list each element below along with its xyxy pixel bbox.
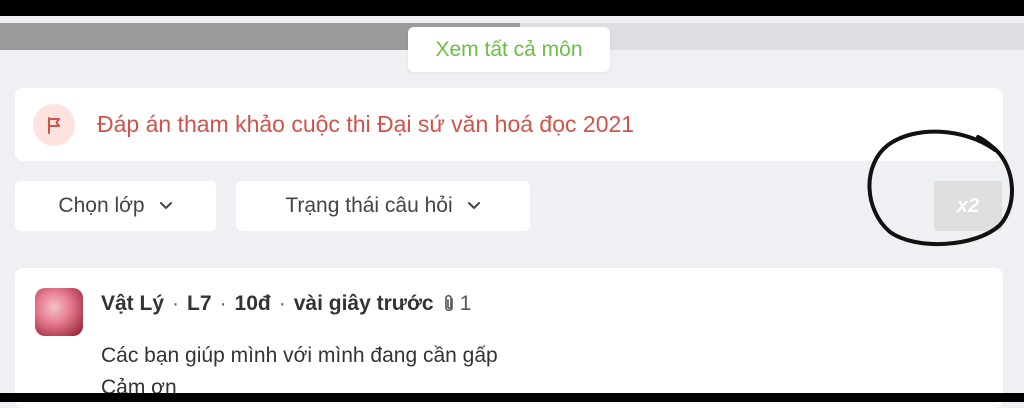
grade-label: L7 <box>187 292 212 315</box>
paperclip-icon <box>442 293 456 315</box>
bottom-black-bar <box>0 393 1024 402</box>
question-meta: Vật Lý · L7 · 10đ · vài giây trước 1 <box>101 292 472 316</box>
subject-label[interactable]: Vật Lý <box>101 292 164 316</box>
question-card[interactable]: Vật Lý · L7 · 10đ · vài giây trước 1 Các… <box>15 268 1003 408</box>
avatar[interactable] <box>35 288 83 336</box>
question-text-line-1: Các bạn giúp mình với mình đang cần gấp <box>101 344 498 367</box>
time-label: vài giây trước <box>293 292 434 315</box>
points-label: 10đ <box>234 292 271 315</box>
attachment-count: 1 <box>459 292 472 315</box>
